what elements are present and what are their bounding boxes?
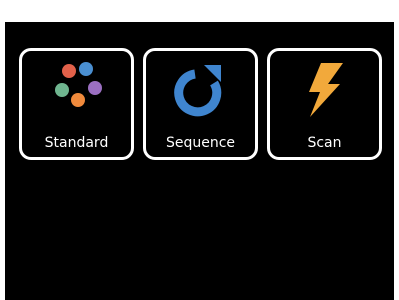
standard-mode-button[interactable]: Standard bbox=[19, 48, 134, 160]
sequence-label: Sequence bbox=[165, 135, 236, 151]
scan-mode-button[interactable]: Scan bbox=[267, 48, 382, 160]
app-screen: Standard Sequence Scan bbox=[5, 22, 394, 300]
scan-label: Scan bbox=[307, 135, 342, 151]
refresh-icon bbox=[173, 61, 229, 117]
sequence-mode-button[interactable]: Sequence bbox=[143, 48, 258, 160]
palette-dots-icon bbox=[49, 61, 105, 117]
lightning-icon bbox=[297, 61, 353, 117]
standard-label: Standard bbox=[44, 135, 109, 151]
